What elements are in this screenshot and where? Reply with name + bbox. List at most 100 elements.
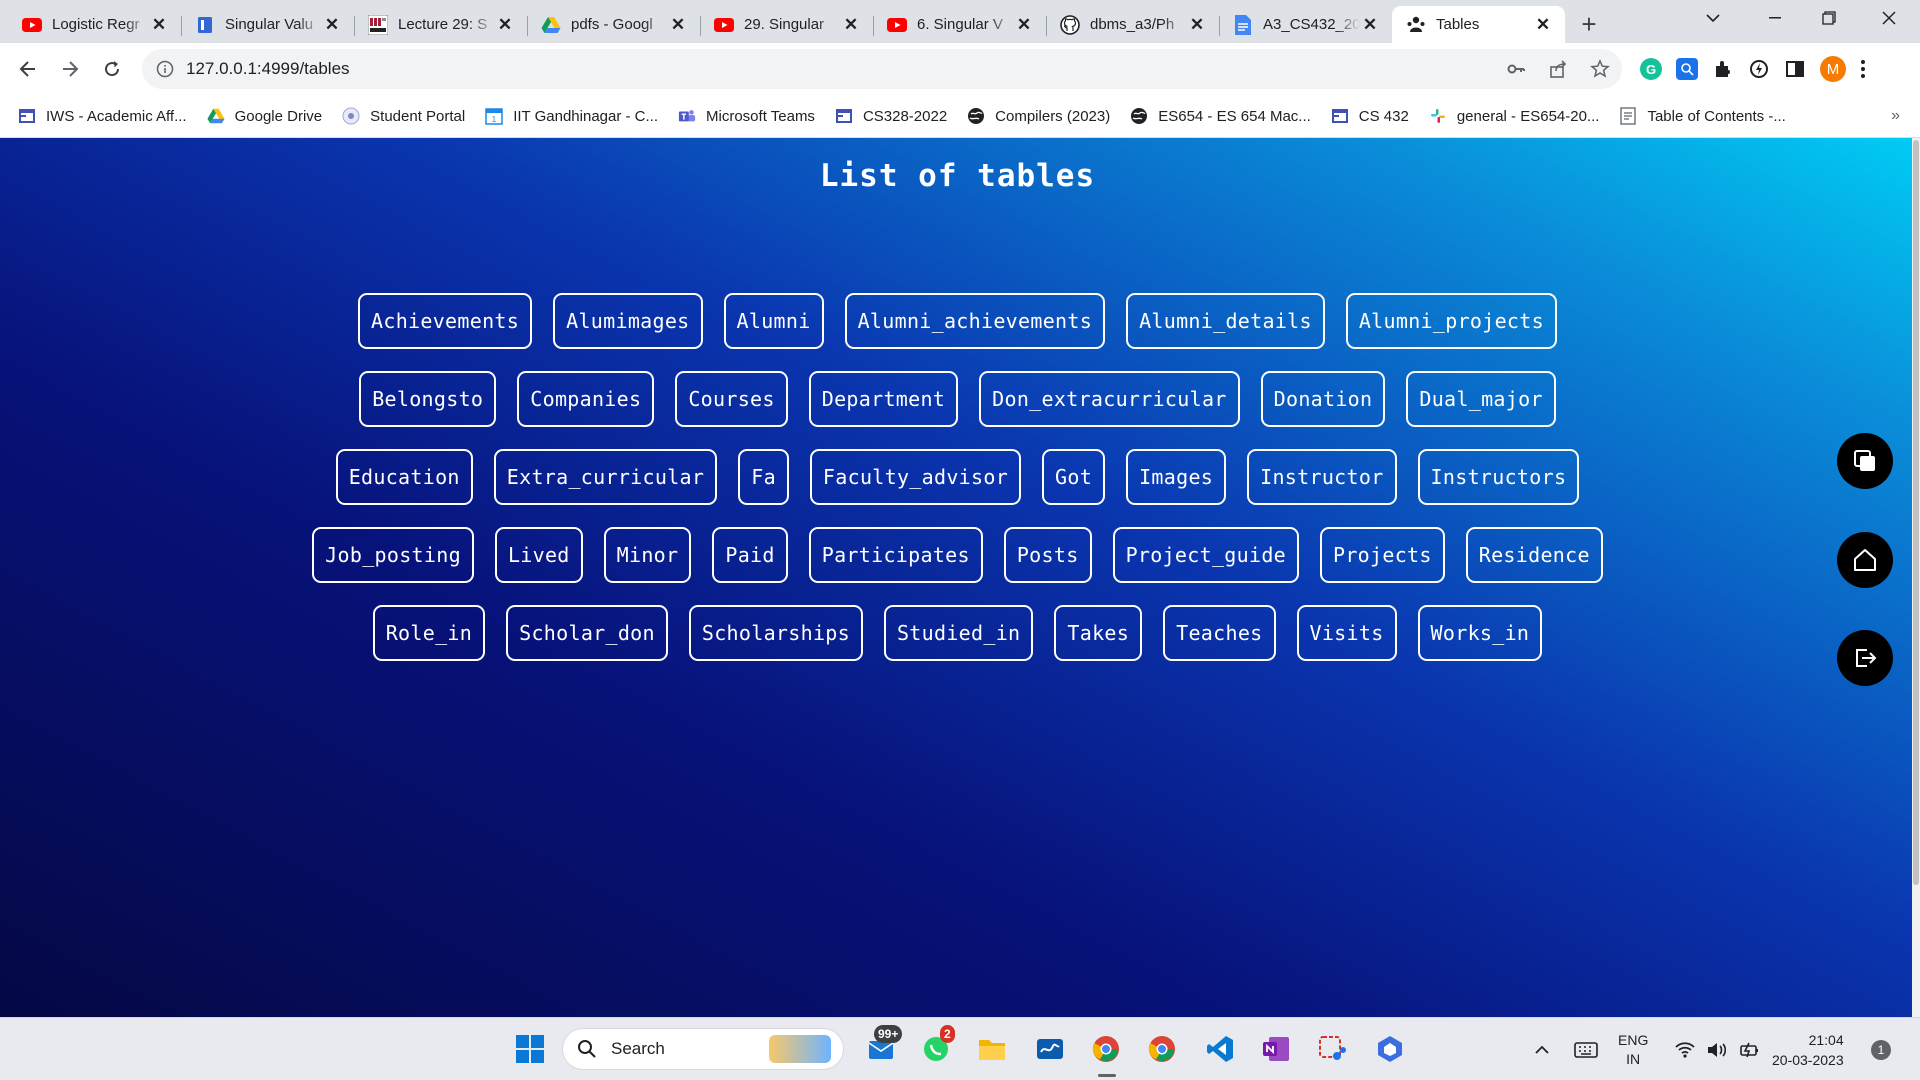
- address-bar[interactable]: 127.0.0.1:4999/tables: [142, 49, 1622, 89]
- scrollbar-thumb[interactable]: [1913, 140, 1919, 885]
- browser-tab[interactable]: Lecture 29: S ✕: [354, 6, 527, 43]
- close-tab-icon[interactable]: ✕: [1187, 15, 1207, 35]
- logout-button[interactable]: [1837, 630, 1893, 686]
- taskbar-snipping-tool[interactable]: [1312, 1029, 1352, 1069]
- table-button[interactable]: Participates: [808, 527, 983, 583]
- screen-reader-extension-icon[interactable]: [1676, 58, 1698, 80]
- table-button[interactable]: Got: [1042, 449, 1106, 505]
- taskbar-mail-app[interactable]: 99+: [862, 1025, 903, 1069]
- table-button[interactable]: Instructors: [1417, 449, 1580, 505]
- browser-tab[interactable]: dbms_a3/Ph ✕: [1046, 6, 1219, 43]
- table-button[interactable]: Paid: [712, 527, 788, 583]
- language-indicator[interactable]: ENG IN: [1618, 1018, 1648, 1080]
- close-tab-icon[interactable]: ✕: [1360, 15, 1380, 35]
- bookmark-item[interactable]: general - ES654-20...: [1429, 107, 1599, 125]
- table-button[interactable]: Minor: [603, 527, 692, 583]
- table-button[interactable]: Residence: [1465, 527, 1603, 583]
- profile-avatar[interactable]: M: [1820, 56, 1846, 82]
- table-button[interactable]: Teaches: [1163, 605, 1276, 661]
- table-button[interactable]: Alumni_projects: [1345, 293, 1557, 349]
- notification-center-button[interactable]: 1: [1871, 1018, 1891, 1080]
- table-button[interactable]: Alumni_details: [1126, 293, 1325, 349]
- table-button[interactable]: Fa: [738, 449, 789, 505]
- table-button[interactable]: Lived: [494, 527, 583, 583]
- bookmarks-overflow-button[interactable]: »: [1891, 107, 1900, 125]
- close-tab-icon[interactable]: ✕: [668, 15, 688, 35]
- share-icon[interactable]: [1548, 59, 1568, 79]
- table-button[interactable]: Posts: [1003, 527, 1092, 583]
- new-tab-button[interactable]: +: [1569, 6, 1609, 43]
- touch-keyboard-button[interactable]: [1574, 1018, 1598, 1080]
- table-button[interactable]: Works_in: [1417, 605, 1543, 661]
- table-button[interactable]: Education: [335, 449, 473, 505]
- info-icon[interactable]: [156, 60, 174, 78]
- table-button[interactable]: Project_guide: [1112, 527, 1299, 583]
- taskbar-copilot[interactable]: [1370, 1029, 1410, 1069]
- table-button[interactable]: Instructor: [1247, 449, 1397, 505]
- bookmark-item[interactable]: Compilers (2023): [967, 107, 1110, 125]
- table-button[interactable]: Job_posting: [312, 527, 474, 583]
- table-button[interactable]: Scholarships: [688, 605, 863, 661]
- table-button[interactable]: Scholar_don: [506, 605, 668, 661]
- minimize-button[interactable]: [1752, 0, 1798, 36]
- system-tray-chevron[interactable]: [1534, 1018, 1550, 1080]
- table-button[interactable]: Belongsto: [359, 371, 497, 427]
- taskbar-whiteboard[interactable]: [1030, 1029, 1070, 1069]
- bookmark-item[interactable]: ES654 - ES 654 Mac...: [1130, 107, 1311, 125]
- reload-button[interactable]: [92, 49, 132, 89]
- close-tab-icon[interactable]: ✕: [1533, 15, 1553, 35]
- table-button[interactable]: Alumimages: [553, 293, 703, 349]
- close-tab-icon[interactable]: ✕: [841, 15, 861, 35]
- table-button[interactable]: Courses: [675, 371, 788, 427]
- bookmark-item[interactable]: 1 IIT Gandhinagar - C...: [485, 107, 658, 125]
- table-button[interactable]: Department: [808, 371, 959, 427]
- grammarly-icon[interactable]: G: [1640, 58, 1662, 80]
- start-button[interactable]: [510, 1029, 550, 1069]
- table-button[interactable]: Takes: [1054, 605, 1143, 661]
- taskbar-search[interactable]: Search: [562, 1028, 844, 1070]
- bookmark-item[interactable]: Table of Contents -...: [1619, 107, 1786, 125]
- table-button[interactable]: Studied_in: [883, 605, 1034, 661]
- key-icon[interactable]: [1506, 59, 1526, 79]
- close-tab-icon[interactable]: ✕: [322, 15, 342, 35]
- page-scrollbar[interactable]: [1912, 138, 1920, 1017]
- table-button[interactable]: Visits: [1296, 605, 1397, 661]
- bookmark-star-icon[interactable]: [1590, 59, 1610, 79]
- taskbar-whatsapp[interactable]: 2: [916, 1025, 956, 1069]
- table-button[interactable]: Role_in: [372, 605, 486, 661]
- bookmark-item[interactable]: CS 432: [1331, 107, 1409, 125]
- table-button[interactable]: Alumni_achievements: [844, 293, 1106, 349]
- clock[interactable]: 21:04 20-03-2023: [1772, 1018, 1844, 1080]
- tab-search-icon[interactable]: [1698, 0, 1728, 36]
- close-tab-icon[interactable]: ✕: [495, 15, 515, 35]
- taskbar-onenote[interactable]: [1256, 1029, 1296, 1069]
- taskbar-file-explorer[interactable]: [972, 1029, 1012, 1069]
- forward-button[interactable]: [50, 49, 90, 89]
- table-button[interactable]: Extra_curricular: [493, 449, 718, 505]
- close-window-button[interactable]: [1866, 0, 1912, 36]
- table-button[interactable]: Companies: [517, 371, 655, 427]
- table-button[interactable]: Projects: [1320, 527, 1445, 583]
- performance-icon[interactable]: [1748, 58, 1770, 80]
- table-button[interactable]: Alumni: [723, 293, 824, 349]
- browser-tab[interactable]: Tables ✕: [1392, 6, 1565, 43]
- table-button[interactable]: Images: [1126, 449, 1227, 505]
- browser-tab[interactable]: pdfs - Googl ✕: [527, 6, 700, 43]
- table-button[interactable]: Donation: [1260, 371, 1386, 427]
- restore-button[interactable]: [1806, 0, 1852, 36]
- quick-settings-button[interactable]: [1674, 1018, 1760, 1080]
- table-button[interactable]: Don_extracurricular: [979, 371, 1240, 427]
- browser-tab[interactable]: 29. Singular ✕: [700, 6, 873, 43]
- bookmark-item[interactable]: IWS - Academic Aff...: [18, 107, 187, 125]
- browser-tab[interactable]: Logistic Regr ✕: [8, 6, 181, 43]
- taskbar-chrome-profile-m[interactable]: [1086, 1029, 1126, 1077]
- bookmark-item[interactable]: Student Portal: [342, 107, 465, 125]
- table-button[interactable]: Faculty_advisor: [809, 449, 1022, 505]
- browser-tab[interactable]: 6. Singular V ✕: [873, 6, 1046, 43]
- bookmark-item[interactable]: Google Drive: [207, 107, 322, 125]
- url-text[interactable]: 127.0.0.1:4999/tables: [186, 59, 1506, 79]
- kebab-menu-icon[interactable]: [1860, 59, 1866, 79]
- bookmark-item[interactable]: CS328-2022: [835, 107, 947, 125]
- browser-tab[interactable]: Singular Valu ✕: [181, 6, 354, 43]
- taskbar-chrome[interactable]: [1142, 1029, 1182, 1069]
